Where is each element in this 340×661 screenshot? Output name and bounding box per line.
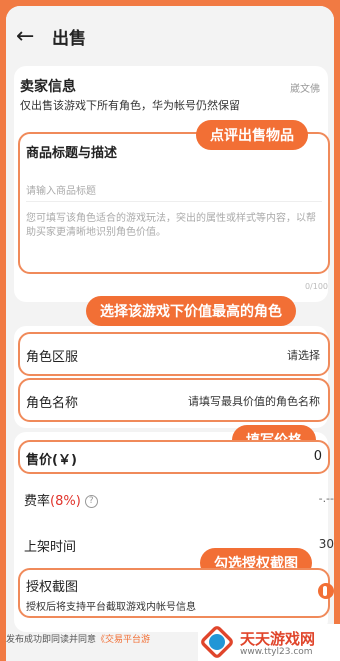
help-icon[interactable]: ? (84, 495, 98, 508)
price-label: 售价(￥) (26, 453, 77, 468)
listing-description-section: 商品标题与描述 请输入商品标题 您可填写该角色适合的游戏玩法，突出的属性或样式等… (18, 132, 330, 274)
auth-screenshot-row[interactable]: 授权截图 授权后将支持平台截取游戏内帐号信息 (18, 568, 330, 618)
auth-toggle-switch[interactable] (318, 583, 334, 599)
watermark-url: www.ttyl23.com (240, 647, 313, 657)
role-name-label: 角色名称 (26, 396, 79, 411)
shelf-time-value[interactable]: 30 (319, 537, 334, 551)
listing-title-input[interactable]: 请输入商品标题 (26, 172, 322, 202)
watermark-name: 天天游戏网 (240, 630, 316, 648)
char-count: 0/100 (304, 282, 328, 291)
role-server-label: 角色区服 (26, 350, 79, 365)
callout-select-role: 选择该游戏下价值最高的角色 (86, 296, 296, 326)
top-bar: ← 出售 (6, 6, 334, 66)
back-arrow-icon[interactable]: ← (16, 24, 46, 49)
fee-percent: (8%) (50, 494, 81, 509)
fee-label: 费率 (24, 494, 51, 509)
role-server-select[interactable]: 请选择 (287, 347, 320, 363)
seller-info-subtitle: 仅出售该游戏下所有角色，华为帐号仍然保留 (20, 99, 240, 112)
logo-dot-icon (209, 634, 225, 650)
auth-screenshot-subtitle: 授权后将支持平台截取游戏内帐号信息 (26, 602, 196, 613)
seller-info-title: 卖家信息 (20, 79, 76, 95)
callout-review-item: 点评出售物品 (196, 120, 308, 150)
terms-footer: 发布成功即同读并同意《交易平台游 (6, 632, 206, 654)
auth-screenshot-label: 授权截图 (26, 580, 79, 595)
shelf-time-label: 上架时间 (24, 540, 77, 555)
price-input[interactable]: 0 (314, 449, 322, 464)
role-name-row[interactable]: 角色名称 请填写最具价值的角色名称 (18, 378, 330, 422)
terms-link[interactable]: 《交易平台游 (96, 635, 150, 645)
masked-account: 崴文佛 (290, 84, 320, 95)
role-name-input[interactable]: 请填写最具价值的角色名称 (188, 393, 320, 409)
role-server-row[interactable]: 角色区服 请选择 (18, 332, 330, 376)
listing-description-textarea[interactable]: 您可填写该角色适合的游戏玩法，突出的属性或样式等内容，以帮助买家更清晰地识别角色… (26, 212, 322, 240)
price-row[interactable]: 售价(￥) 0 (18, 440, 330, 474)
terms-text: 发布成功即同读并同意 (6, 635, 97, 645)
page-title: 出售 (52, 28, 86, 49)
fee-row: 费率(8%)? (24, 490, 98, 509)
watermark-logo: 天天游戏网 www.ttyl23.com (198, 623, 340, 661)
fee-value: -.-- (318, 492, 334, 505)
listing-title-heading: 商品标题与描述 (26, 146, 118, 161)
